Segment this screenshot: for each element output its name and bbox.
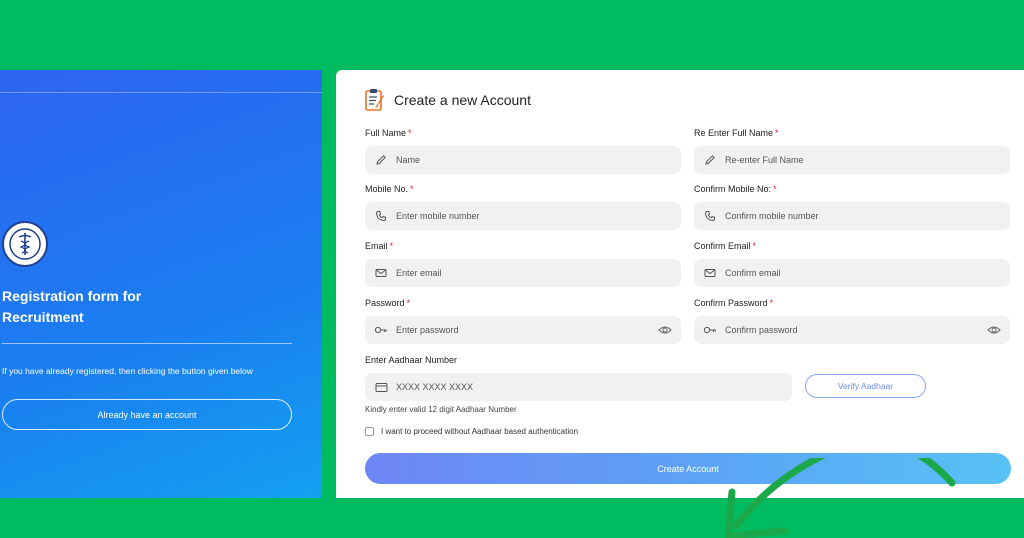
email-field[interactable] <box>365 259 681 287</box>
phone-icon <box>374 209 388 223</box>
left-panel: Registration form for Recruitment If you… <box>0 70 322 498</box>
mobile-label-text: Mobile No. <box>365 184 409 194</box>
required-mark: * <box>769 298 774 308</box>
id-card-icon <box>374 380 388 394</box>
mobile-field[interactable] <box>365 202 681 230</box>
aadhaar-hint: Kindly enter valid 12 digit Aadhaar Numb… <box>365 405 517 414</box>
confirm-mobile-label-text: Confirm Mobile No: <box>694 184 772 194</box>
phone-icon <box>703 209 717 223</box>
password-field[interactable] <box>365 316 681 344</box>
required-mark: * <box>389 241 394 251</box>
confirm-email-field[interactable] <box>694 259 1010 287</box>
re-full-name-label: Re Enter Full Name * <box>694 128 779 138</box>
confirm-mobile-field[interactable] <box>694 202 1010 230</box>
left-top-divider <box>0 92 322 93</box>
password-label-text: Password <box>365 298 405 308</box>
no-aadhaar-option: I want to proceed without Aadhaar based … <box>365 427 578 436</box>
caduceus-icon <box>9 228 41 260</box>
clipboard-form-icon <box>365 89 384 111</box>
left-divider <box>2 343 292 344</box>
confirm-mobile-input[interactable] <box>725 211 945 221</box>
pencil-icon <box>703 153 717 167</box>
full-name-field[interactable] <box>365 146 681 174</box>
required-mark: * <box>775 128 779 138</box>
mobile-label: Mobile No. * <box>365 184 414 194</box>
confirm-password-label: Confirm Password * <box>694 298 773 308</box>
required-mark: * <box>773 184 777 194</box>
verify-aadhaar-button[interactable]: Verify Aadhaar <box>805 374 926 398</box>
confirm-password-input[interactable] <box>725 325 945 335</box>
already-registered-note: If you have already registered, then cli… <box>2 366 253 376</box>
registration-form: Create a new Account Full Name* Re Enter… <box>336 70 1024 498</box>
re-full-name-input[interactable] <box>725 155 945 165</box>
password-input[interactable] <box>396 325 616 335</box>
aadhaar-input[interactable] <box>396 382 616 392</box>
show-confirm-password-eye-icon[interactable] <box>987 323 1001 341</box>
email-input[interactable] <box>396 268 616 278</box>
form-header: Create a new Account <box>364 88 531 112</box>
institute-logo <box>2 221 48 267</box>
confirm-password-field[interactable] <box>694 316 1010 344</box>
pencil-icon <box>374 153 388 167</box>
form-title: Create a new Account <box>394 92 531 108</box>
confirm-email-label-text: Confirm Email <box>694 241 751 251</box>
no-aadhaar-checkbox-label: I want to proceed without Aadhaar based … <box>381 427 579 436</box>
confirm-email-input[interactable] <box>725 268 945 278</box>
aadhaar-field[interactable] <box>365 373 792 401</box>
email-label-text: Email <box>365 241 388 251</box>
full-name-label: Full Name * <box>365 128 412 138</box>
key-icon <box>374 323 388 337</box>
confirm-password-label-text: Confirm Password <box>694 298 768 308</box>
key-icon <box>703 323 717 337</box>
email-label: Email * <box>365 241 393 251</box>
create-account-button[interactable]: Create Account <box>365 453 1011 484</box>
required-mark: * <box>408 128 412 138</box>
required-mark: * <box>752 241 757 251</box>
re-full-name-label-text: Re Enter Full Name <box>694 128 774 138</box>
mobile-input[interactable] <box>396 211 616 221</box>
mail-icon <box>374 266 388 280</box>
re-full-name-field[interactable] <box>694 146 1010 174</box>
required-mark: * <box>406 298 411 308</box>
aadhaar-label: Enter Aadhaar Number <box>365 355 457 365</box>
registration-heading: Registration form for Recruitment <box>2 288 142 325</box>
confirm-email-label: Confirm Email * <box>694 241 756 251</box>
page-stage: Registration form for Recruitment If you… <box>0 70 1024 538</box>
full-name-label-text: Full Name <box>365 128 407 138</box>
already-have-account-button[interactable]: Already have an account <box>2 399 292 430</box>
confirm-mobile-label: Confirm Mobile No: * <box>694 184 777 194</box>
required-mark: * <box>410 184 414 194</box>
aadhaar-label-text: Enter Aadhaar Number <box>365 355 458 365</box>
mail-icon <box>703 266 717 280</box>
show-password-eye-icon[interactable] <box>658 323 672 341</box>
password-label: Password * <box>365 298 410 308</box>
full-name-input[interactable] <box>396 155 616 165</box>
no-aadhaar-checkbox[interactable] <box>365 427 374 436</box>
